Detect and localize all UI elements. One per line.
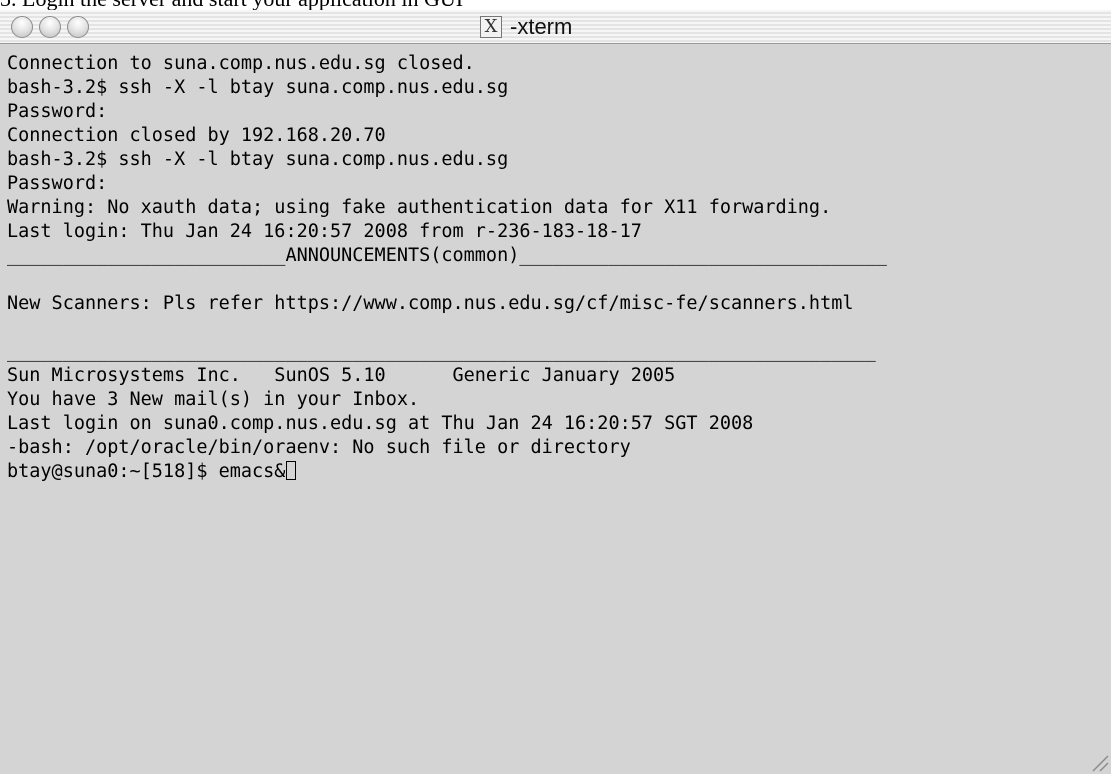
xterm-window[interactable]: X -xterm Connection to suna.comp.nus.edu… [0, 10, 1111, 774]
terminal-line: bash-3.2$ ssh -X -l btay suna.comp.nus.e… [7, 77, 509, 98]
terminal-line: You have 3 New mail(s) in your Inbox. [7, 389, 420, 410]
resize-grip-icon[interactable] [1085, 748, 1109, 772]
close-window-button[interactable] [11, 16, 33, 38]
terminal-line: bash-3.2$ ssh -X -l btay suna.comp.nus.e… [7, 149, 509, 170]
terminal-line: Password: [7, 173, 108, 194]
text-cursor [286, 461, 297, 480]
terminal-line: Last login on suna0.comp.nus.edu.sg at T… [7, 413, 754, 434]
terminal-prompt-line[interactable]: btay@suna0:~[518]$ emacs& [7, 460, 1107, 484]
terminal-line: ________________________________________… [7, 341, 876, 362]
minimize-window-button[interactable] [39, 16, 61, 38]
terminal-line: _________________________ANNOUNCEMENTS(c… [7, 245, 887, 266]
document-caption: 3. Login the server and start your appli… [0, 0, 1111, 10]
terminal-prompt: btay@suna0:~[518]$ emacs& [7, 461, 286, 482]
terminal-line: New Scanners: Pls refer https://www.comp… [7, 293, 854, 314]
terminal-line: Last login: Thu Jan 24 16:20:57 2008 fro… [7, 221, 642, 242]
terminal-line: -bash: /opt/oracle/bin/oraenv: No such f… [7, 437, 631, 458]
window-titlebar[interactable]: X -xterm [0, 10, 1111, 44]
terminal-line: Warning: No xauth data; using fake authe… [7, 197, 832, 218]
terminal-output[interactable]: Connection to suna.comp.nus.edu.sg close… [7, 52, 1107, 484]
zoom-window-button[interactable] [67, 16, 89, 38]
terminal-line: Connection closed by 192.168.20.70 [7, 125, 386, 146]
x11-icon: X [480, 16, 502, 38]
terminal-line: Password: [7, 101, 108, 122]
window-title-group: X -xterm [480, 14, 573, 39]
terminal-line: Sun Microsystems Inc. SunOS 5.10 Generic… [7, 365, 676, 386]
terminal-line: Connection to suna.comp.nus.edu.sg close… [7, 53, 475, 74]
window-title: -xterm [510, 14, 573, 39]
